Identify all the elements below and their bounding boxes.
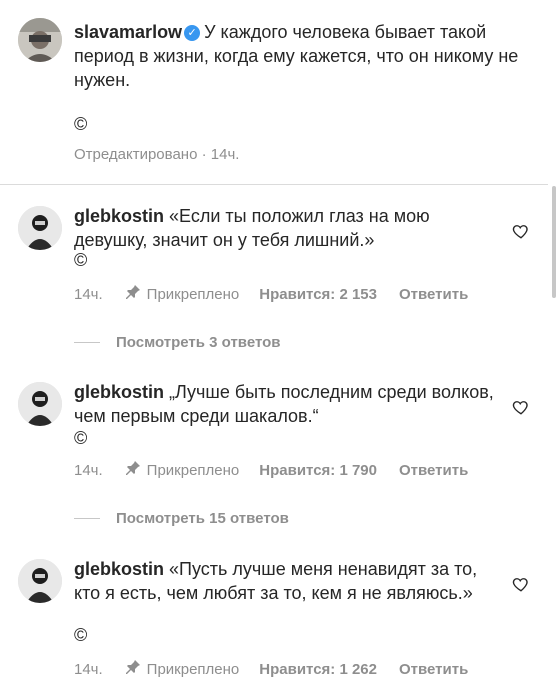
pinned-label: Прикреплено bbox=[146, 285, 240, 303]
likes-count[interactable]: Нравится: 2 153 bbox=[259, 286, 377, 303]
verified-badge-icon: ✓ bbox=[184, 25, 201, 41]
copyright-icon: © bbox=[74, 114, 88, 134]
view-replies-label: Посмотреть 3 ответов bbox=[116, 334, 281, 351]
scrollbar[interactable] bbox=[552, 186, 556, 298]
likes-count[interactable]: Нравится: 1 262 bbox=[259, 661, 377, 678]
view-replies-button[interactable]: Посмотреть 3 ответов bbox=[74, 334, 281, 351]
reply-button[interactable]: Ответить bbox=[399, 661, 468, 678]
post-username[interactable]: slavamarlow bbox=[74, 22, 182, 42]
edited-label: Отредактировано bbox=[74, 146, 198, 163]
copyright-icon: © bbox=[74, 428, 88, 448]
like-heart-icon[interactable] bbox=[512, 398, 530, 416]
reply-button[interactable]: Ответить bbox=[399, 286, 468, 303]
copyright-icon: © bbox=[74, 250, 88, 270]
pinned-label: Прикреплено bbox=[146, 461, 240, 479]
avatar-image bbox=[18, 559, 62, 603]
comment-meta: 14ч. Прикреплено Нравится: 2 153 Ответит… bbox=[74, 284, 468, 304]
copyright-icon: © bbox=[74, 625, 88, 645]
like-heart-icon[interactable] bbox=[512, 222, 530, 240]
replies-line bbox=[74, 518, 100, 519]
comment-text: glebkostin „Лучше быть последним среди в… bbox=[74, 380, 504, 428]
divider bbox=[0, 184, 548, 185]
comment-username[interactable]: glebkostin bbox=[74, 559, 164, 579]
view-replies-label: Посмотреть 15 ответов bbox=[116, 510, 289, 527]
pin-icon bbox=[125, 460, 141, 480]
comment-time: 14ч. bbox=[74, 285, 103, 303]
reply-button[interactable]: Ответить bbox=[399, 462, 468, 479]
avatar-image bbox=[18, 382, 62, 426]
avatar[interactable] bbox=[18, 382, 62, 426]
avatar[interactable] bbox=[18, 559, 62, 603]
post-time: 14ч. bbox=[210, 146, 240, 163]
pinned-label: Прикреплено bbox=[146, 660, 240, 678]
comment-text: glebkostin «Пусть лучше меня ненавидят з… bbox=[74, 557, 504, 605]
comment-username[interactable]: glebkostin bbox=[74, 382, 164, 402]
meta-separator: · bbox=[201, 146, 207, 163]
avatar[interactable] bbox=[18, 18, 62, 62]
avatar[interactable] bbox=[18, 206, 62, 250]
comment-time: 14ч. bbox=[74, 461, 103, 479]
pin-icon bbox=[125, 284, 141, 304]
avatar-image bbox=[18, 206, 62, 250]
like-heart-icon[interactable] bbox=[512, 575, 530, 593]
comment-meta: 14ч. Прикреплено Нравится: 1 262 Ответит… bbox=[74, 659, 468, 679]
likes-count[interactable]: Нравится: 1 790 bbox=[259, 462, 377, 479]
replies-line bbox=[74, 342, 100, 343]
comment-meta: 14ч. Прикреплено Нравится: 1 790 Ответит… bbox=[74, 460, 468, 480]
post-caption: slavamarlow ✓ У каждого человека бывает та… bbox=[74, 20, 542, 92]
comment-text: glebkostin «Если ты положил глаз на мою … bbox=[74, 204, 504, 252]
comment-time: 14ч. bbox=[74, 660, 103, 678]
post-caption-block: slavamarlow ✓ У каждого человека бывает та… bbox=[0, 0, 560, 184]
post-meta: Отредактировано · 14ч. bbox=[74, 146, 239, 163]
comment-username[interactable]: glebkostin bbox=[74, 206, 164, 226]
avatar-image bbox=[18, 18, 62, 62]
view-replies-button[interactable]: Посмотреть 15 ответов bbox=[74, 510, 289, 527]
pin-icon bbox=[125, 659, 141, 679]
